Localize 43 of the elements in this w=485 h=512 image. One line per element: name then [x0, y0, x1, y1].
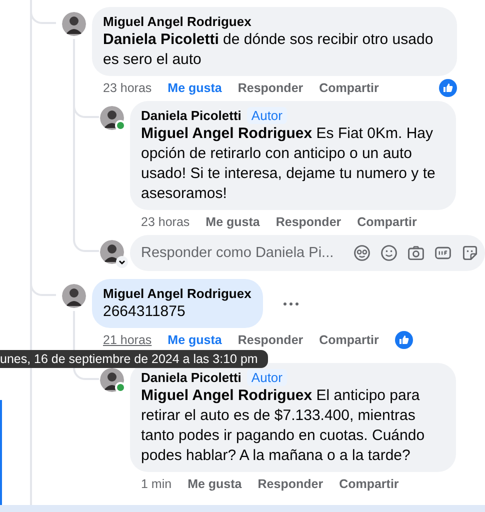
comment-text: Daniela Picoletti de dónde sos recibir otro usado es sero el auto — [103, 30, 434, 70]
camera-icon[interactable] — [407, 244, 425, 262]
timestamp-link[interactable]: 23 horas — [103, 81, 152, 95]
share-link[interactable]: Compartir — [319, 333, 379, 347]
comment-text: Miguel Angel Rodriguex Es Fiat 0Km. Hay opción de retirarlo con anticipo o un auto usado! Si te interesa, dejame tu numero y te asesoramos! — [141, 124, 436, 204]
like-link[interactable]: Me gusta — [206, 215, 260, 229]
more-options-icon[interactable] — [283, 302, 300, 306]
emoji-icon[interactable] — [380, 244, 398, 262]
author-name[interactable]: Daniela Picoletti — [141, 369, 242, 386]
date-tooltip: unes, 16 de septiembre de 2024 a las 3:10 pm — [0, 350, 268, 368]
author-badge: Autor — [247, 107, 286, 124]
online-status-icon — [115, 120, 126, 131]
online-status-icon — [115, 382, 126, 393]
avatar[interactable] — [100, 106, 124, 130]
share-link[interactable]: Compartir — [357, 215, 417, 229]
reply-link[interactable]: Responder — [238, 333, 304, 347]
sticker-icon[interactable] — [461, 244, 479, 262]
timestamp-link[interactable]: 23 horas — [141, 215, 190, 229]
timestamp-link[interactable]: 21 horas — [103, 333, 152, 347]
share-link[interactable]: Compartir — [339, 477, 399, 491]
avatar[interactable] — [62, 12, 86, 36]
comment-text: 2664311875 — [103, 302, 186, 322]
reply-link[interactable]: Responder — [238, 81, 304, 95]
author-name[interactable]: Miguel Angel Rodriguex — [103, 13, 252, 30]
timestamp-link[interactable]: 1 min — [141, 477, 172, 491]
avatar-sticker-icon[interactable] — [353, 244, 371, 262]
avatar[interactable] — [100, 368, 124, 392]
gif-icon[interactable] — [434, 244, 452, 262]
chevron-down-icon[interactable] — [116, 256, 128, 268]
like-reaction-icon[interactable] — [439, 79, 457, 97]
reply-link[interactable]: Responder — [258, 477, 324, 491]
reply-field[interactable]: Responder como Daniela Pi... — [130, 235, 485, 271]
author-name[interactable]: Daniela Picoletti — [141, 107, 242, 124]
like-link[interactable]: Me gusta — [188, 477, 242, 491]
like-link[interactable]: Me gusta — [168, 333, 222, 347]
like-link[interactable]: Me gusta — [168, 81, 222, 95]
reply-link[interactable]: Responder — [276, 215, 342, 229]
like-reaction-icon[interactable] — [394, 331, 413, 349]
share-link[interactable]: Compartir — [319, 81, 379, 95]
author-badge: Autor — [247, 369, 286, 386]
author-name[interactable]: Miguel Angel Rodriguex — [103, 285, 252, 302]
avatar[interactable] — [62, 284, 86, 308]
comment-text: Miguel Angel Rodriguex El anticipo para retirar el auto es de $7.133.400, mientras tanto podes ir pagando en cuotas. Cuándo podes hablar? A la mañana o a la tarde? — [141, 386, 426, 466]
